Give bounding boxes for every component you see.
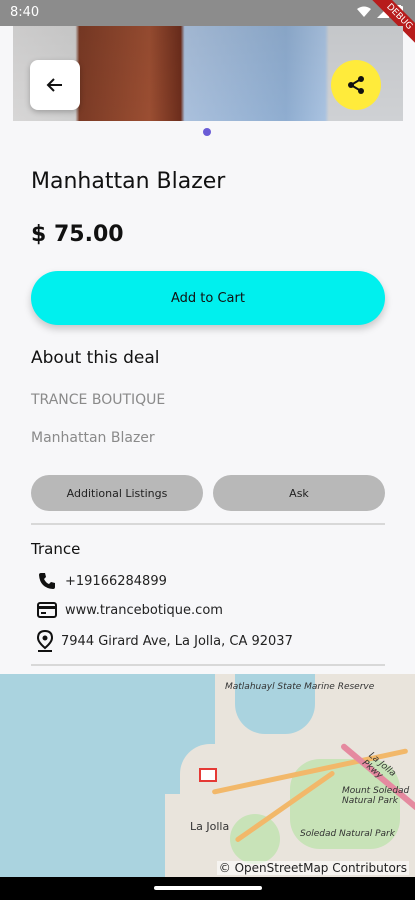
home-gesture-bar[interactable] bbox=[154, 886, 262, 890]
product-title: Manhattan Blazer bbox=[31, 169, 226, 194]
phone-row[interactable]: +19166284899 bbox=[37, 571, 167, 591]
back-button[interactable] bbox=[30, 60, 80, 110]
phone-number: +19166284899 bbox=[65, 573, 167, 589]
ask-button[interactable]: Ask bbox=[213, 475, 385, 511]
add-to-cart-button[interactable]: Add to Cart bbox=[31, 271, 385, 325]
arrow-left-icon bbox=[46, 78, 62, 92]
phone-icon bbox=[39, 573, 55, 589]
item-name: Manhattan Blazer bbox=[31, 430, 155, 446]
additional-listings-button[interactable]: Additional Listings bbox=[31, 475, 203, 511]
status-bar: 8:40 DEBUG bbox=[0, 0, 415, 52]
address-text: 7944 Girard Ave, La Jolla, CA 92037 bbox=[61, 633, 293, 649]
share-icon bbox=[348, 76, 364, 94]
store-name: Trance bbox=[31, 540, 81, 558]
website-link: www.trancebotique.com bbox=[65, 602, 223, 618]
about-heading: About this deal bbox=[31, 348, 160, 368]
map-attribution[interactable]: © OpenStreetMap Contributors bbox=[216, 861, 409, 875]
divider bbox=[31, 664, 385, 666]
boutique-name: TRANCE BOUTIQUE bbox=[31, 392, 166, 408]
product-price: $ 75.00 bbox=[31, 222, 124, 247]
page-indicator-dot bbox=[203, 128, 211, 136]
share-button[interactable] bbox=[331, 60, 381, 110]
map-label: Matlahuayl State Marine Reserve bbox=[225, 682, 375, 692]
location-pin-icon bbox=[37, 630, 53, 652]
store-map-marker[interactable] bbox=[199, 768, 217, 782]
map-label: Soledad Natural Park bbox=[300, 829, 395, 839]
website-row[interactable]: www.trancebotique.com bbox=[37, 601, 223, 619]
address-row[interactable]: 7944 Girard Ave, La Jolla, CA 92037 bbox=[37, 630, 293, 652]
status-time: 8:40 bbox=[10, 5, 40, 20]
system-nav-bar bbox=[0, 877, 415, 900]
map-label: La Jolla bbox=[190, 820, 230, 833]
divider bbox=[31, 523, 385, 525]
web-icon bbox=[37, 602, 57, 618]
wifi-icon bbox=[357, 6, 371, 17]
